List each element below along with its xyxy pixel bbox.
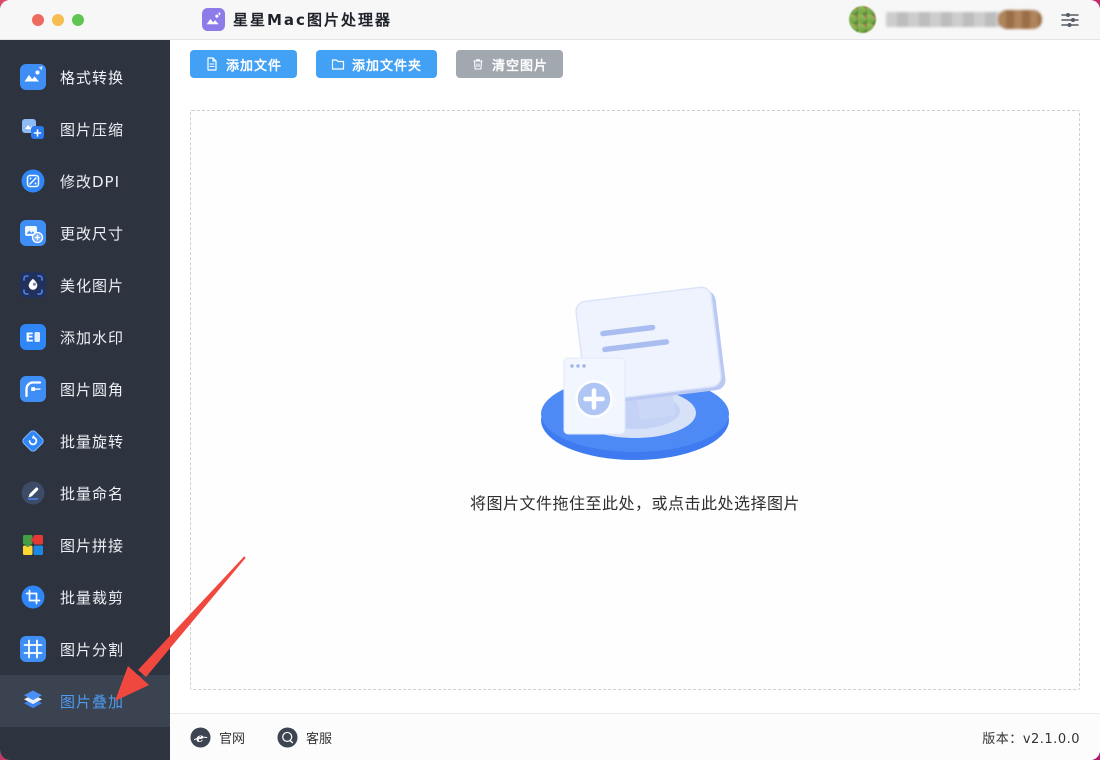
titlebar-right: [849, 6, 1082, 33]
dropzone-hint: 将图片文件拖住至此处，或点击此处选择图片: [469, 494, 800, 513]
app-identity: 星星Mac图片处理器: [202, 8, 392, 31]
titlebar: 星星Mac图片处理器: [0, 0, 1100, 40]
version-text: 版本：v2.1.0.0: [982, 731, 1080, 747]
sidebar-item-image-compress[interactable]: 图片压缩: [0, 103, 170, 155]
main-panel: 添加文件 添加文件夹 清空图片 将图片文件拖住至此处，或点击此处选择图片 e 官…: [170, 40, 1100, 760]
watermark-icon: E: [20, 324, 46, 350]
rounded-corner-icon: [20, 376, 46, 402]
sidebar-item-image-stitch[interactable]: 图片拼接: [0, 519, 170, 571]
sidebar-item-image-overlay[interactable]: 图片叠加: [0, 675, 170, 727]
sidebar-item-label: 更改尺寸: [60, 224, 125, 243]
sidebar-item-label: 图片压缩: [60, 120, 125, 139]
format-convert-icon: [20, 64, 46, 90]
app-title: 星星Mac图片处理器: [233, 11, 392, 29]
traffic-lights: [32, 13, 84, 26]
add-folder-button[interactable]: 添加文件夹: [316, 50, 438, 78]
sidebar-item-rounded-corner[interactable]: 图片圆角: [0, 363, 170, 415]
sidebar-item-label: 图片分割: [60, 640, 125, 659]
sidebar-item-modify-dpi[interactable]: 修改DPI: [0, 155, 170, 207]
sidebar: 格式转换图片压缩修改DPI 更改尺寸美化图片 E 添加水印图片圆角批量旋转批量命名图片…: [0, 40, 170, 760]
sidebar-item-beautify[interactable]: 美化图片: [0, 259, 170, 311]
customer-service-label: 客服: [306, 731, 333, 747]
official-website-link[interactable]: e 官网: [190, 726, 246, 748]
rename-icon: [20, 480, 46, 506]
trash-icon: [471, 57, 485, 71]
compress-icon: [20, 116, 46, 142]
dpi-icon: [20, 168, 46, 194]
app-window: 星星Mac图片处理器 格式转换图片压缩修改DPI 更改尺寸美化图片 E 添加水印图片圆…: [0, 0, 1100, 760]
footer: e 官网 客服 版本：v2.1.0.0: [170, 713, 1100, 760]
sidebar-item-resize[interactable]: 更改尺寸: [0, 207, 170, 259]
globe-icon: e: [190, 726, 211, 748]
sidebar-item-label: 美化图片: [60, 276, 125, 295]
sidebar-item-label: 图片拼接: [60, 536, 125, 555]
maximize-button[interactable]: [72, 13, 84, 26]
folder-icon: [331, 57, 345, 71]
svg-text:E: E: [26, 331, 35, 345]
user-name-redacted: [886, 10, 1042, 29]
sidebar-item-label: 图片叠加: [60, 692, 125, 711]
rotate-icon: [20, 428, 46, 454]
settings-sliders-icon[interactable]: [1058, 8, 1082, 32]
sidebar-item-label: 批量裁剪: [60, 588, 125, 607]
sidebar-item-image-split[interactable]: 图片分割: [0, 623, 170, 675]
sidebar-item-label: 批量命名: [60, 484, 125, 503]
clear-images-label: 清空图片: [492, 57, 549, 73]
add-file-button[interactable]: 添加文件: [190, 50, 298, 78]
sidebar-item-watermark[interactable]: E 添加水印: [0, 311, 170, 363]
sidebar-item-batch-rotate[interactable]: 批量旋转: [0, 415, 170, 467]
sidebar-item-format-convert[interactable]: 格式转换: [0, 51, 170, 103]
sidebar-item-label: 添加水印: [60, 328, 125, 347]
stitch-icon: [20, 532, 46, 558]
close-button[interactable]: [32, 13, 44, 26]
chat-icon: [277, 726, 298, 748]
dropzone-illustration: [541, 286, 729, 460]
sidebar-item-label: 批量旋转: [60, 432, 125, 451]
clear-images-button[interactable]: 清空图片: [456, 50, 564, 78]
overlay-icon: [20, 688, 46, 714]
customer-service-link[interactable]: 客服: [277, 726, 333, 748]
sidebar-item-batch-rename[interactable]: 批量命名: [0, 467, 170, 519]
sidebar-item-label: 图片圆角: [60, 380, 125, 399]
add-file-label: 添加文件: [226, 57, 283, 73]
minimize-button[interactable]: [52, 13, 64, 26]
dropzone[interactable]: 将图片文件拖住至此处，或点击此处选择图片: [190, 110, 1080, 690]
beautify-icon: [20, 272, 46, 298]
resize-icon: [20, 220, 46, 246]
sidebar-item-label: 修改DPI: [60, 172, 121, 191]
batch-crop-icon: [20, 584, 46, 610]
official-website-label: 官网: [219, 731, 246, 747]
user-avatar[interactable]: [849, 6, 876, 33]
toolbar: 添加文件 添加文件夹 清空图片: [190, 50, 1080, 78]
split-icon: [20, 636, 46, 662]
sidebar-item-label: 格式转换: [60, 68, 125, 87]
file-icon: [205, 57, 219, 71]
app-logo-icon: [202, 8, 225, 31]
add-folder-label: 添加文件夹: [352, 57, 423, 73]
sidebar-item-batch-crop[interactable]: 批量裁剪: [0, 571, 170, 623]
